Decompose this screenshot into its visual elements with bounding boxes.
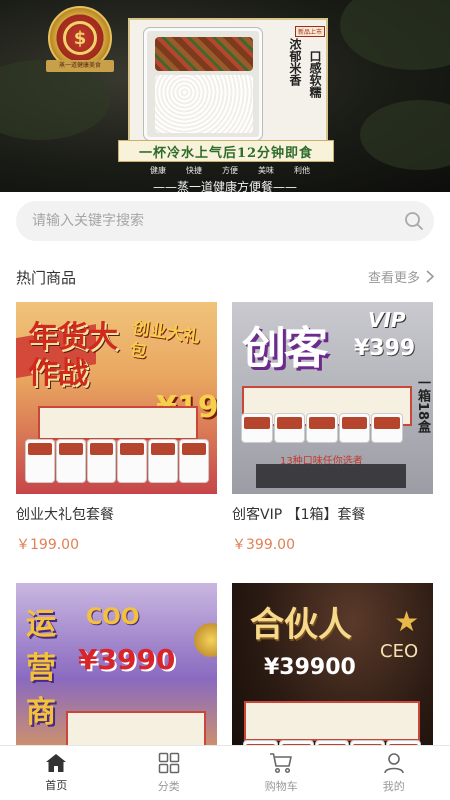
- tab-cart[interactable]: 购物车: [225, 746, 338, 800]
- poster-headline: 运营商: [26, 607, 56, 730]
- poster-headline: 创客: [242, 323, 328, 374]
- view-more-link[interactable]: 查看更多: [368, 267, 434, 286]
- poster-vip: VIP: [368, 308, 406, 332]
- product-name[interactable]: 创客VIP 【1箱】套餐: [232, 504, 433, 524]
- view-more-label: 查看更多: [367, 271, 420, 286]
- poster-headline: 年货大作战: [28, 320, 118, 391]
- product-card[interactable]: 创客 VIP ¥399 一箱18盒 13种口味任你选者 创客VIP 【1箱】套餐…: [232, 302, 433, 554]
- banner-product-card: 新品上市 浓郁米香 口感软糯: [128, 18, 328, 142]
- tab-home[interactable]: 首页: [0, 746, 113, 800]
- star-icon: ★: [394, 605, 420, 638]
- poster-price: ¥3990: [78, 643, 176, 676]
- top-banner[interactable]: $ 蒸一道健康美食 新品上市 浓郁米香 口感软糯 一杯冷水上气后12分钟即食 健…: [0, 0, 450, 192]
- feature-label: 利他: [294, 166, 310, 175]
- banner-tagline: ——蒸一道健康方便餐——: [152, 180, 297, 192]
- banner-slogan: 一杯冷水上气后12分钟即食: [118, 140, 334, 162]
- search-icon[interactable]: [394, 201, 434, 241]
- grid-icon: [158, 752, 179, 774]
- chevron-right-icon: [426, 270, 434, 283]
- banner-tag-1: 浓郁米香: [288, 38, 302, 86]
- user-icon: [383, 753, 404, 774]
- poster-price: ¥39900: [264, 655, 356, 680]
- search-input[interactable]: [16, 201, 394, 241]
- poster-price: ¥399: [354, 336, 416, 361]
- meal-tray-image: [144, 28, 262, 140]
- tab-label: 分类: [157, 780, 180, 793]
- poster-coo: COO: [86, 605, 140, 630]
- tab-category[interactable]: 分类: [113, 746, 226, 800]
- tab-label: 购物车: [264, 780, 298, 793]
- poster-headline: 合伙人: [250, 605, 352, 645]
- logo-ribbon: 蒸一道健康美食: [46, 60, 114, 72]
- poster-ceo: CEO: [380, 641, 419, 662]
- product-price: ￥199.00: [16, 537, 79, 553]
- product-price: ￥399.00: [232, 537, 295, 553]
- product-image[interactable]: 创客 VIP ¥399 一箱18盒 13种口味任你选者: [232, 302, 433, 494]
- tab-label: 首页: [45, 779, 68, 792]
- tab-label: 我的: [382, 780, 405, 793]
- feature-label: 方便: [222, 166, 238, 175]
- bottom-tab-bar: 首页 分类 购物车 我的: [0, 745, 450, 800]
- banner-features: 健康 快捷 方便 美味 利他: [150, 165, 310, 176]
- product-name[interactable]: 创业大礼包套餐: [16, 504, 217, 524]
- search-bar[interactable]: [16, 201, 434, 241]
- home-icon: [46, 754, 67, 772]
- feature-label: 快捷: [186, 166, 202, 175]
- cart-icon: [270, 753, 293, 774]
- new-tag: 新品上市: [295, 26, 326, 37]
- poster-gift-text: 创业大礼包: [128, 318, 202, 363]
- poster-side-text: 一箱18盒: [415, 376, 430, 434]
- feature-label: 健康: [150, 166, 166, 175]
- product-image[interactable]: 年货大作战 创业大礼包 ¥199: [16, 302, 217, 494]
- banner-tag-2: 口感软糯: [308, 50, 322, 98]
- tab-profile[interactable]: 我的: [338, 746, 450, 800]
- section-title: 热门商品: [16, 269, 77, 287]
- product-card[interactable]: 年货大作战 创业大礼包 ¥199 创业大礼包套餐 ￥199.00: [16, 302, 217, 554]
- feature-label: 美味: [258, 166, 274, 175]
